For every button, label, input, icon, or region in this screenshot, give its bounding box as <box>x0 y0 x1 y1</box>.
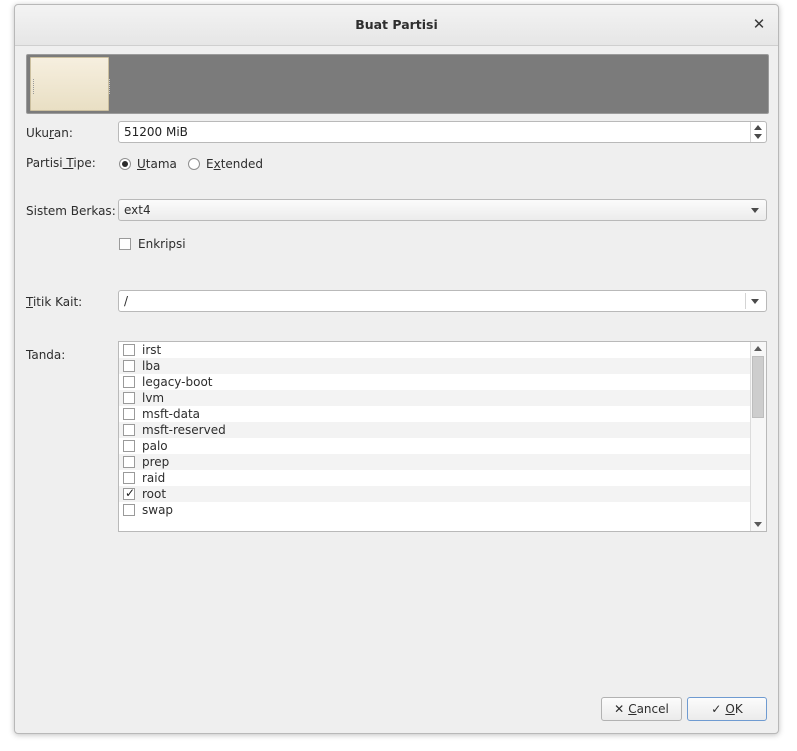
flag-row-legacy-boot[interactable]: legacy-boot <box>119 374 752 390</box>
mount-point-input[interactable]: / <box>124 294 128 308</box>
filesystem-label: Sistem Berkas: <box>26 204 116 218</box>
cancel-label: Cancel <box>628 702 669 716</box>
flag-label: irst <box>142 343 162 357</box>
flag-row-palo[interactable]: palo <box>119 438 752 454</box>
radio-primary[interactable]: Utama <box>119 157 177 171</box>
ok-label: OK <box>725 702 743 716</box>
close-icon[interactable]: ✕ <box>750 15 768 33</box>
flag-row-root[interactable]: ✓ root <box>119 486 752 502</box>
flag-label: legacy-boot <box>142 375 213 389</box>
cancel-button[interactable]: ✕ Cancel <box>601 697 682 721</box>
flag-label: lvm <box>142 391 165 405</box>
checkmark-icon: ✓ <box>125 486 136 500</box>
flag-label: prep <box>142 455 170 469</box>
size-value[interactable]: 51200 MiB <box>124 125 188 139</box>
flag-label: raid <box>142 471 166 485</box>
encrypt-label: Enkripsi <box>138 237 186 251</box>
dialog-title: Buat Partisi <box>355 17 438 32</box>
flag-checkbox[interactable] <box>123 360 135 372</box>
scroll-thumb[interactable] <box>752 356 764 418</box>
flags-label: Tanda: <box>26 348 66 362</box>
size-stepper[interactable] <box>750 122 766 142</box>
chevron-down-icon[interactable] <box>751 208 759 213</box>
chevron-down-icon[interactable] <box>751 299 759 304</box>
flag-checkbox[interactable] <box>123 440 135 452</box>
increment-icon[interactable] <box>754 125 762 130</box>
flag-row-swap[interactable]: swap <box>119 502 752 518</box>
flag-label: lba <box>142 359 161 373</box>
resize-handle-left[interactable] <box>33 79 35 94</box>
flag-checkbox[interactable] <box>123 408 135 420</box>
combo-separator <box>745 293 746 309</box>
flag-checkbox[interactable] <box>123 504 135 516</box>
flag-row-lvm[interactable]: lvm <box>119 390 752 406</box>
flag-label: palo <box>142 439 168 453</box>
flag-checkbox[interactable] <box>123 472 135 484</box>
radio-selected-icon[interactable] <box>119 158 131 170</box>
checkbox-icon[interactable] <box>119 238 131 250</box>
flag-row-msft-reserved[interactable]: msft-reserved <box>119 422 752 438</box>
decrement-icon[interactable] <box>754 134 762 139</box>
new-partition-segment[interactable] <box>30 57 111 111</box>
size-label: Ukuran: <box>26 126 73 140</box>
flag-checkbox[interactable] <box>123 392 135 404</box>
mount-point-combo[interactable]: / <box>118 290 767 312</box>
flag-row-lba[interactable]: lba <box>119 358 752 374</box>
flag-label: msft-data <box>142 407 201 421</box>
radio-extended-label: Extended <box>206 157 264 171</box>
flag-row-irst[interactable]: irst <box>119 342 752 358</box>
scroll-up-icon[interactable] <box>754 346 762 351</box>
flag-checkbox[interactable]: ✓ <box>123 486 136 500</box>
flag-row-raid[interactable]: raid <box>119 470 752 486</box>
flag-row-msft-data[interactable]: msft-data <box>119 406 752 422</box>
ok-button[interactable]: ✓ OK <box>687 697 767 721</box>
filesystem-value: ext4 <box>124 203 151 217</box>
radio-primary-label: Utama <box>137 157 177 171</box>
flag-label: swap <box>142 503 174 517</box>
flag-checkbox[interactable] <box>123 456 135 468</box>
partition-bar[interactable] <box>26 54 769 114</box>
create-partition-dialog: Buat Partisi ✕ Ukuran: 51200 MiB Partisi… <box>14 4 779 734</box>
radio-unselected-icon[interactable] <box>188 158 200 170</box>
filesystem-dropdown[interactable]: ext4 <box>118 199 767 221</box>
flags-scrollbar[interactable] <box>750 342 766 531</box>
resize-handle-right[interactable] <box>109 79 111 94</box>
flags-list[interactable]: swap ✓ root raid prep palo msft-reserved msft-d… <box>118 341 767 532</box>
flag-checkbox[interactable] <box>123 424 135 436</box>
ok-icon: ✓ <box>711 702 722 716</box>
flag-row-prep[interactable]: prep <box>119 454 752 470</box>
size-spinbox[interactable]: 51200 MiB <box>118 121 767 143</box>
flag-checkbox[interactable] <box>123 344 135 356</box>
title-bar: Buat Partisi ✕ <box>15 5 778 46</box>
scroll-down-icon[interactable] <box>754 522 762 527</box>
cancel-icon: ✕ <box>614 702 625 716</box>
mount-point-label: Titik Kait: <box>26 295 83 309</box>
flag-label: root <box>142 487 167 501</box>
radio-extended[interactable]: Extended <box>188 157 263 171</box>
flag-label: msft-reserved <box>142 423 226 437</box>
encrypt-checkbox[interactable]: Enkripsi <box>119 237 186 251</box>
flag-checkbox[interactable] <box>123 376 135 388</box>
partition-type-label: Partisi Tipe: <box>26 156 96 170</box>
